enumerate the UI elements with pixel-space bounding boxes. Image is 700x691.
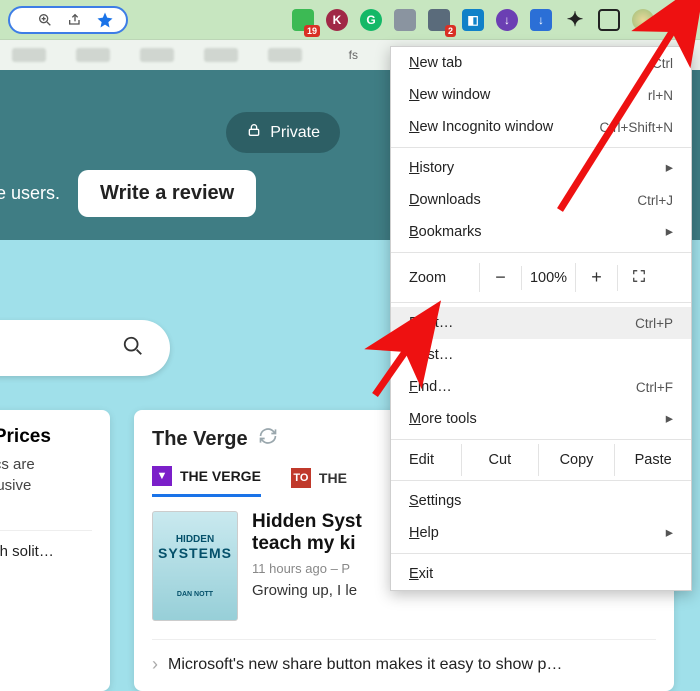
article-meta: 11 hours ago – P — [252, 561, 362, 576]
refresh-icon[interactable] — [258, 426, 278, 452]
zoom-label: Zoom — [409, 270, 479, 286]
menu-help[interactable]: Help ▸ — [391, 517, 691, 549]
menu-bookmarks[interactable]: Bookmarks ▸ — [391, 216, 691, 248]
menu-new-tab[interactable]: New tab Ctrl — [391, 47, 691, 79]
extension-icon[interactable]: ◧ — [462, 9, 484, 31]
bookmark-label[interactable]: fs — [349, 48, 358, 62]
menu-new-window[interactable]: New window rl+N — [391, 79, 691, 111]
left-card-line: With solit… — [0, 530, 92, 560]
zoom-value: 100% — [521, 266, 575, 290]
article-title: Hidden Syst — [252, 511, 362, 533]
bookmark-item[interactable] — [12, 48, 46, 62]
zoom-icon[interactable] — [34, 9, 56, 31]
left-card-line: xclusive — [0, 475, 92, 496]
badge: 19 — [304, 25, 320, 37]
profile-avatar-icon[interactable] — [632, 9, 654, 31]
chrome-menu-button[interactable] — [666, 7, 692, 33]
zoom-in-button[interactable]: + — [575, 263, 617, 292]
submenu-arrow-icon: ▸ — [666, 411, 673, 427]
extension-icon[interactable]: ↓ — [496, 9, 518, 31]
copy-button[interactable]: Copy — [538, 444, 615, 476]
bookmark-item[interactable] — [76, 48, 110, 62]
paste-button[interactable]: Paste — [614, 444, 691, 476]
sidepanel-icon[interactable] — [598, 9, 620, 31]
badge: 2 — [445, 25, 456, 37]
zoom-out-button[interactable]: − — [479, 263, 521, 292]
menu-new-incognito[interactable]: New Incognito window Ctrl+Shift+N — [391, 111, 691, 143]
tab-verge[interactable]: ▼ THE VERGE — [152, 466, 261, 497]
chrome-menu: New tab Ctrl New window rl+N New Incogni… — [390, 46, 692, 591]
extension-icon[interactable]: K — [326, 9, 348, 31]
share-icon[interactable] — [64, 9, 86, 31]
tab-other[interactable]: TO THE — [291, 466, 347, 497]
extension-icon[interactable] — [394, 9, 416, 31]
extension-icon[interactable]: G — [360, 9, 382, 31]
extension-icon[interactable]: 19 — [292, 9, 314, 31]
bookmark-item[interactable] — [140, 48, 174, 62]
edit-label: Edit — [391, 444, 461, 476]
next-article-row[interactable]: › Microsoft's new share button makes it … — [152, 639, 656, 675]
bookmark-item[interactable] — [204, 48, 238, 62]
extension-icon[interactable]: ↓ — [530, 9, 552, 31]
menu-edit-row: Edit Cut Copy Paste — [391, 444, 691, 476]
submenu-arrow-icon: ▸ — [666, 224, 673, 240]
chevron-right-icon: › — [152, 654, 158, 675]
left-card-title: c Prices — [0, 426, 92, 448]
private-label: Private — [270, 124, 320, 142]
menu-exit[interactable]: Exit — [391, 558, 691, 590]
submenu-arrow-icon: ▸ — [666, 160, 673, 176]
search-icon — [122, 335, 144, 362]
tab-label: THE VERGE — [180, 468, 261, 484]
left-card-line: vacs are — [0, 454, 92, 475]
submenu-arrow-icon: ▸ — [666, 525, 673, 541]
article-subtitle: teach my ki — [252, 533, 362, 555]
menu-settings[interactable]: Settings — [391, 485, 691, 517]
toi-logo-icon: TO — [291, 468, 311, 488]
extension-icon[interactable]: 2 — [428, 9, 450, 31]
verge-logo-icon: ▼ — [152, 466, 172, 486]
search-pill[interactable] — [0, 320, 170, 376]
article-excerpt: Growing up, I le — [252, 582, 362, 599]
more-users-text: ore users. — [0, 183, 60, 204]
write-review-button[interactable]: Write a review — [78, 170, 256, 217]
browser-toolbar: 19 K G 2 ◧ ↓ ↓ ✦ — [0, 0, 700, 40]
address-bar[interactable] — [8, 6, 128, 34]
tab-label: THE — [319, 470, 347, 486]
feed-source-title: The Verge — [152, 428, 248, 451]
extensions-puzzle-icon[interactable]: ✦ — [564, 9, 586, 31]
menu-history[interactable]: History ▸ — [391, 152, 691, 184]
article-thumbnail: HIDDEN SYSTEMS DAN NOTT — [152, 511, 238, 621]
extensions-row: 19 K G 2 ◧ ↓ ↓ ✦ — [292, 7, 692, 33]
cut-button[interactable]: Cut — [461, 444, 538, 476]
menu-downloads[interactable]: Downloads Ctrl+J — [391, 184, 691, 216]
menu-zoom-row: Zoom − 100% + — [391, 257, 691, 298]
menu-print[interactable]: Print… Ctrl+P — [391, 307, 691, 339]
next-article-title: Microsoft's new share button makes it ea… — [168, 656, 562, 674]
menu-find[interactable]: Find… Ctrl+F — [391, 371, 691, 403]
sidebar-card: c Prices vacs are xclusive With solit… — [0, 410, 110, 691]
fullscreen-icon[interactable] — [617, 265, 659, 291]
menu-cast[interactable]: Cast… — [391, 339, 691, 371]
bookmark-star-icon[interactable] — [94, 9, 116, 31]
lock-icon — [246, 122, 262, 143]
bookmark-item[interactable] — [268, 48, 302, 62]
private-button[interactable]: Private — [226, 112, 340, 153]
menu-more-tools[interactable]: More tools ▸ — [391, 403, 691, 435]
